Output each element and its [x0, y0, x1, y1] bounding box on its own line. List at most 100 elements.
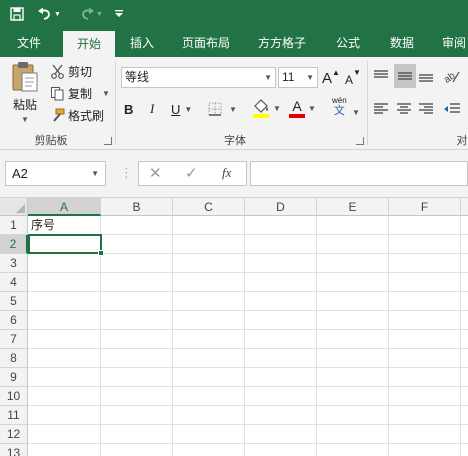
group-divider: [115, 61, 116, 145]
group-divider: [367, 61, 368, 145]
format-painter-button[interactable]: 格式刷: [50, 105, 104, 125]
column-header-b[interactable]: B: [101, 198, 173, 216]
formula-input[interactable]: [250, 161, 468, 186]
row-header[interactable]: 1: [0, 216, 28, 235]
worksheet-grid: A B C D E F 1 2 3 4 5 6 7 8 9 10 11 12 1…: [0, 198, 468, 456]
fill-bucket-icon: [253, 99, 269, 118]
chevron-down-icon[interactable]: ▼: [264, 68, 272, 87]
column-header-d[interactable]: D: [245, 198, 317, 216]
name-box[interactable]: A2 ▼: [5, 161, 106, 186]
gridline-horizontal: [28, 329, 468, 330]
grow-font-button[interactable]: A ▲: [322, 68, 340, 88]
row-header[interactable]: 10: [0, 387, 28, 406]
row-header[interactable]: 3: [0, 254, 28, 273]
cut-button[interactable]: 剪切: [50, 61, 92, 81]
align-right-button[interactable]: [418, 98, 438, 120]
align-left-button[interactable]: [373, 98, 393, 120]
chevron-down-icon[interactable]: ▼: [308, 104, 316, 113]
gridline-horizontal: [28, 367, 468, 368]
formula-bar: A2 ▼ ⋮ ✕ ✓ fx: [0, 150, 468, 198]
tab-page-layout[interactable]: 页面布局: [174, 30, 238, 57]
grow-font-icon: A: [322, 69, 333, 87]
column-header-f[interactable]: F: [389, 198, 461, 216]
copy-button[interactable]: 复制 ▼: [50, 83, 110, 103]
shrink-font-button[interactable]: A ▼: [345, 68, 361, 88]
customize-qat-icon[interactable]: [112, 3, 126, 25]
chevron-down-icon[interactable]: ▼: [352, 108, 360, 117]
tab-home[interactable]: 开始: [63, 31, 115, 57]
scissors-icon: [51, 64, 64, 79]
column-header-c[interactable]: C: [173, 198, 245, 216]
underline-button[interactable]: U ▼: [171, 99, 192, 119]
chevron-down-icon[interactable]: ▼: [273, 104, 281, 113]
row-header[interactable]: 13: [0, 444, 28, 456]
paste-button[interactable]: 粘贴 ▼: [6, 61, 44, 127]
cancel-icon[interactable]: ✕: [149, 164, 162, 182]
font-color-button[interactable]: A ▼: [289, 97, 316, 119]
row-header[interactable]: 6: [0, 311, 28, 330]
row-header[interactable]: 9: [0, 368, 28, 387]
paste-dropdown-icon[interactable]: ▼: [21, 115, 29, 124]
fill-handle[interactable]: [98, 250, 104, 256]
column-header-a[interactable]: A: [28, 198, 101, 216]
chevron-down-icon[interactable]: ▼: [306, 68, 314, 87]
font-size-value: 11: [282, 70, 295, 84]
active-cell-a2[interactable]: [28, 234, 104, 256]
align-middle-button[interactable]: [394, 64, 416, 88]
decrease-indent-button[interactable]: [443, 98, 465, 120]
resize-grip-icon[interactable]: ⋮: [120, 164, 133, 182]
row-header[interactable]: 2: [0, 235, 28, 254]
orientation-button[interactable]: ab: [443, 65, 465, 87]
row-header[interactable]: 12: [0, 425, 28, 444]
align-center-button[interactable]: [396, 98, 416, 120]
shrink-font-icon: A: [345, 73, 354, 87]
chevron-down-icon[interactable]: ▼: [184, 105, 192, 114]
underline-icon: U: [171, 101, 181, 117]
chevron-down-icon[interactable]: ▼: [91, 162, 99, 185]
undo-icon[interactable]: ▼: [34, 3, 64, 25]
font-launcher-icon[interactable]: [356, 137, 364, 145]
redo-icon[interactable]: ▼: [76, 3, 106, 25]
chevron-down-icon[interactable]: ▼: [229, 105, 237, 114]
copy-label: 复制: [68, 86, 93, 101]
font-name-combo[interactable]: 等线 ▼: [121, 67, 276, 88]
select-all-button[interactable]: [0, 198, 28, 216]
enter-icon[interactable]: ✓: [185, 164, 198, 182]
select-all-icon: [16, 204, 25, 213]
cell-a1[interactable]: 序号: [28, 216, 101, 235]
bold-button[interactable]: B: [124, 99, 138, 119]
gridline-horizontal: [28, 348, 468, 349]
tab-file[interactable]: 文件: [6, 30, 52, 57]
tab-review[interactable]: 审阅: [434, 30, 468, 57]
column-header-partial[interactable]: [461, 198, 468, 216]
tab-data[interactable]: 数据: [380, 30, 424, 57]
gridline-horizontal: [28, 424, 468, 425]
gridline-horizontal: [28, 310, 468, 311]
align-bottom-icon: [419, 74, 433, 82]
column-header-e[interactable]: E: [317, 198, 389, 216]
row-header[interactable]: 5: [0, 292, 28, 311]
insert-function-icon[interactable]: fx: [222, 165, 231, 181]
clipboard-launcher-icon[interactable]: [104, 137, 112, 145]
borders-icon: [208, 102, 222, 116]
align-top-button[interactable]: [373, 65, 393, 87]
borders-button[interactable]: ▼: [208, 99, 237, 119]
save-icon[interactable]: [6, 3, 28, 25]
phonetic-char-text: 文: [333, 105, 345, 117]
italic-button[interactable]: I: [150, 99, 162, 119]
align-bottom-button[interactable]: [418, 65, 438, 87]
font-group-label: 字体: [224, 135, 246, 147]
fill-color-button[interactable]: ▼: [252, 97, 281, 119]
row-header[interactable]: 8: [0, 349, 28, 368]
font-color-icon: A: [292, 98, 302, 114]
font-size-combo[interactable]: 11 ▼: [278, 67, 318, 88]
row-header[interactable]: 4: [0, 273, 28, 292]
tab-insert[interactable]: 插入: [122, 30, 162, 57]
row-header[interactable]: 7: [0, 330, 28, 349]
row-header[interactable]: 11: [0, 406, 28, 425]
format-painter-icon: [53, 108, 65, 122]
copy-dropdown-icon[interactable]: ▼: [102, 89, 110, 98]
tab-formulas[interactable]: 公式: [326, 30, 370, 57]
phonetic-guide-button[interactable]: wén 文: [332, 96, 347, 122]
tab-fangfang[interactable]: 方方格子: [250, 30, 314, 57]
